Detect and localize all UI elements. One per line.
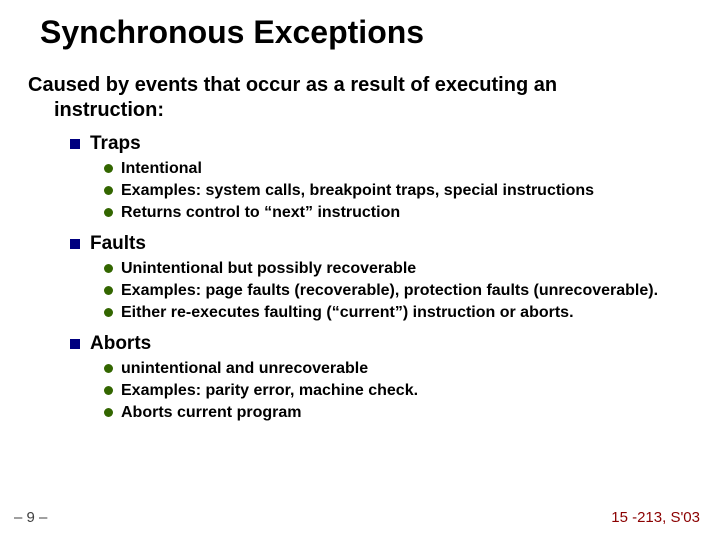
circle-bullet-icon — [104, 286, 113, 295]
slide-title: Synchronous Exceptions — [28, 14, 692, 51]
list-item: unintentional and unrecoverable — [121, 359, 368, 379]
section-faults: Faults Unintentional but possibly recove… — [70, 233, 692, 323]
circle-bullet-icon — [104, 164, 113, 173]
list-item: Examples: system calls, breakpoint traps… — [121, 181, 594, 201]
list-item: Examples: page faults (recoverable), pro… — [121, 281, 658, 301]
course-tag: 15 -213, S'03 — [611, 509, 700, 526]
page-number: – 9 – — [14, 509, 47, 526]
list-item: Intentional — [121, 159, 202, 179]
section-heading: Traps — [90, 133, 141, 155]
circle-bullet-icon — [104, 208, 113, 217]
section-traps: Traps Intentional Examples: system calls… — [70, 133, 692, 223]
section-aborts: Aborts unintentional and unrecoverable E… — [70, 333, 692, 423]
square-bullet-icon — [70, 239, 80, 249]
list-item: Returns control to “next” instruction — [121, 203, 400, 223]
circle-bullet-icon — [104, 264, 113, 273]
section-heading: Aborts — [90, 333, 151, 355]
section-heading: Faults — [90, 233, 146, 255]
square-bullet-icon — [70, 139, 80, 149]
circle-bullet-icon — [104, 364, 113, 373]
circle-bullet-icon — [104, 308, 113, 317]
list-item: Aborts current program — [121, 403, 301, 423]
lead-line-2: instruction: — [28, 98, 692, 123]
circle-bullet-icon — [104, 186, 113, 195]
square-bullet-icon — [70, 339, 80, 349]
circle-bullet-icon — [104, 408, 113, 417]
list-item: Either re-executes faulting (“current”) … — [121, 303, 574, 323]
circle-bullet-icon — [104, 386, 113, 395]
lead-line-1: Caused by events that occur as a result … — [28, 74, 557, 96]
lead-text: Caused by events that occur as a result … — [28, 73, 692, 123]
list-item: Examples: parity error, machine check. — [121, 381, 418, 401]
list-item: Unintentional but possibly recoverable — [121, 259, 416, 279]
